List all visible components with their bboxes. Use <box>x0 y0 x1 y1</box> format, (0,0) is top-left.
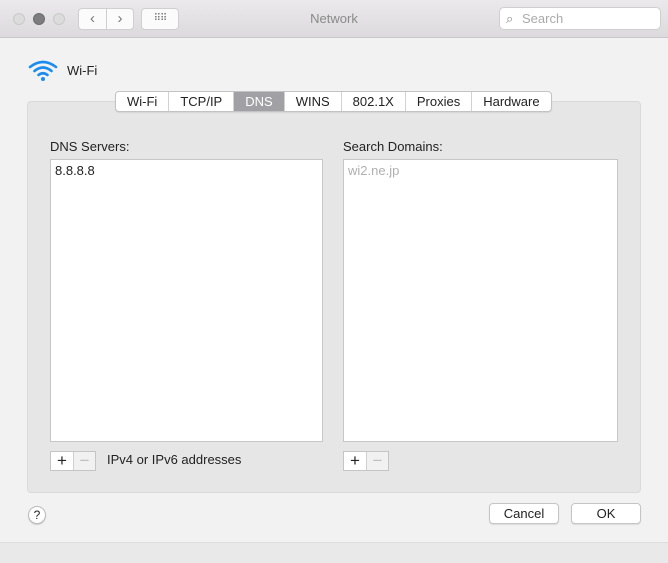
search-domain-item[interactable]: wi2.ne.jp <box>344 160 617 181</box>
search-domains-list[interactable]: wi2.ne.jp <box>343 159 618 442</box>
dns-servers-label: DNS Servers: <box>50 139 130 154</box>
dns-remove-button[interactable]: − <box>73 452 95 470</box>
dns-server-item[interactable]: 8.8.8.8 <box>51 160 322 181</box>
tab-wifi[interactable]: Wi-Fi <box>116 92 170 111</box>
dns-servers-list[interactable]: 8.8.8.8 <box>50 159 323 442</box>
ok-button[interactable]: OK <box>571 503 641 524</box>
dns-add-button[interactable]: + <box>51 452 73 470</box>
title-bar: ‹ › ⠿⠿ Network ⌕ Search <box>0 0 668 38</box>
tab-proxies[interactable]: Proxies <box>406 92 473 111</box>
domains-add-remove: + − <box>343 451 389 471</box>
domain-add-button[interactable]: + <box>344 452 366 470</box>
network-window: ‹ › ⠿⠿ Network ⌕ Search Wi-Fi Wi-Fi TCP/I… <box>0 0 668 543</box>
dns-add-remove: + − <box>50 451 96 471</box>
tab-bar: Wi-Fi TCP/IP DNS WINS 802.1X Proxies Har… <box>115 91 552 112</box>
cancel-button[interactable]: Cancel <box>489 503 559 524</box>
domain-remove-button[interactable]: − <box>366 452 388 470</box>
help-button[interactable]: ? <box>28 506 46 524</box>
tab-tcpip[interactable]: TCP/IP <box>169 92 235 111</box>
search-input[interactable]: ⌕ Search <box>499 7 661 30</box>
tab-hardware[interactable]: Hardware <box>472 92 550 111</box>
tab-dns[interactable]: DNS <box>234 92 285 111</box>
search-placeholder: Search <box>522 11 564 26</box>
tab-wins[interactable]: WINS <box>285 92 342 111</box>
search-domains-label: Search Domains: <box>343 139 443 154</box>
wifi-icon <box>28 60 58 81</box>
interface-name: Wi-Fi <box>67 63 98 78</box>
search-icon: ⌕ <box>506 11 514 26</box>
dns-hint: IPv4 or IPv6 addresses <box>107 452 242 467</box>
tab-8021x[interactable]: 802.1X <box>342 92 406 111</box>
